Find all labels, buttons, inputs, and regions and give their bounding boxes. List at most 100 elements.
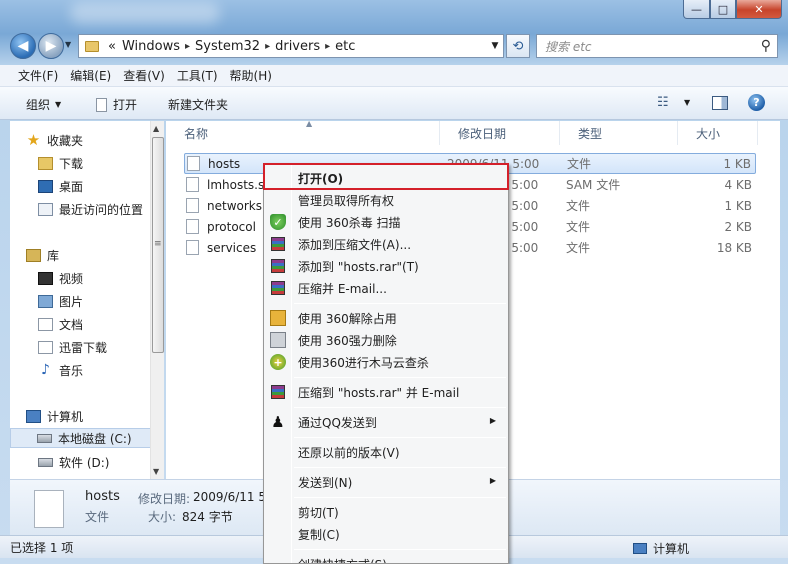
chevron-right-icon[interactable]: ▸: [263, 41, 272, 52]
menu-separator: [294, 303, 506, 304]
chevron-right-icon[interactable]: ▸: [183, 41, 192, 52]
menu-item-label: 压缩并 E-mail...: [298, 281, 387, 296]
file-type: 文件: [566, 199, 591, 213]
address-segment-drivers[interactable]: drivers: [272, 39, 323, 54]
menu-item-compress-email[interactable]: 压缩并 E-mail...: [266, 277, 506, 299]
status-location-label: 计算机: [653, 542, 690, 556]
menu-item-label: 使用 360强力删除: [298, 333, 397, 348]
nav-recent-places[interactable]: 最近访问的位置: [38, 199, 143, 219]
search-icon[interactable]: ⚲: [761, 38, 771, 54]
selection-status: 已选择 1 项: [10, 540, 74, 555]
details-file-name: hosts: [85, 489, 120, 504]
scroll-down-icon[interactable]: ▼: [153, 467, 159, 476]
status-location: 计算机: [633, 540, 689, 557]
back-button[interactable]: ◀: [10, 33, 36, 59]
menu-item-label: 打开(O): [298, 171, 344, 186]
open-button[interactable]: 打开: [96, 96, 137, 113]
recent-pages-dropdown[interactable]: ▼: [65, 40, 71, 49]
file-size: 1 KB: [723, 156, 751, 171]
menu-item-label: 发送到(N): [298, 475, 353, 490]
menu-item-send-to[interactable]: 发送到(N) ▶: [266, 471, 506, 493]
menu-item-add-to-hosts-rar[interactable]: 添加到 "hosts.rar"(T): [266, 255, 506, 277]
menu-item-copy[interactable]: 复制(C): [266, 523, 506, 545]
arrow-right-icon: ▶: [45, 38, 57, 54]
nav-videos[interactable]: 视频: [38, 268, 83, 288]
file-size: 1 KB: [724, 198, 752, 213]
column-header-date[interactable]: 修改日期: [440, 121, 560, 145]
view-options-icon[interactable]: ☷: [657, 95, 669, 110]
file-icon: [186, 240, 199, 255]
close-button[interactable]: ✕: [736, 0, 782, 19]
picture-icon: [38, 294, 53, 308]
unlock-icon: [270, 310, 286, 326]
nav-documents[interactable]: 文档: [38, 314, 83, 334]
menu-item-send-via-qq[interactable]: ♟ 通过QQ发送到 ▶: [266, 411, 506, 433]
search-input[interactable]: 搜索 etc ⚲: [536, 34, 778, 58]
menu-item-create-shortcut[interactable]: 创建快捷方式(S): [266, 553, 506, 564]
menu-help[interactable]: 帮助(H): [224, 67, 278, 84]
nav-computer[interactable]: 计算机: [26, 406, 83, 426]
nav-xunlei-downloads[interactable]: 迅雷下载: [38, 337, 107, 357]
nav-label: 收藏夹: [47, 133, 84, 148]
360-shield-icon: ✓: [270, 214, 286, 230]
navigation-scrollbar[interactable]: ▲ ≡ ▼: [150, 121, 164, 479]
nav-label: 下载: [59, 156, 84, 171]
drive-icon: [38, 457, 53, 467]
document-icon: [38, 317, 53, 331]
address-segment-etc[interactable]: etc: [332, 39, 358, 54]
nav-drive-c[interactable]: 本地磁盘 (C:): [10, 428, 158, 448]
help-icon[interactable]: ?: [748, 94, 765, 111]
grip-icon: ≡: [154, 239, 162, 249]
nav-favorites[interactable]: ★ 收藏夹: [26, 130, 83, 150]
menu-item-unlock-360[interactable]: 使用 360解除占用: [266, 307, 506, 329]
menu-item-force-delete-360[interactable]: 使用 360强力删除: [266, 329, 506, 351]
view-dropdown-icon[interactable]: ▼: [684, 98, 690, 107]
menu-tools[interactable]: 工具(T): [171, 67, 224, 84]
menu-view[interactable]: 查看(V): [117, 67, 171, 84]
refresh-button[interactable]: ⟲: [506, 34, 530, 58]
menu-edit[interactable]: 编辑(E): [64, 67, 117, 84]
nav-downloads[interactable]: 下载: [38, 153, 83, 173]
menu-item-open[interactable]: 打开(O): [266, 167, 506, 189]
nav-libraries[interactable]: 库: [26, 245, 59, 265]
organize-button[interactable]: 组织 ▼: [26, 96, 61, 113]
new-folder-button[interactable]: 新建文件夹: [168, 96, 228, 113]
download-icon: [38, 340, 53, 354]
maximize-button[interactable]: □: [710, 0, 736, 19]
address-overflow[interactable]: «: [105, 39, 119, 54]
menu-item-scan-360[interactable]: ✓ 使用 360杀毒 扫描: [266, 211, 506, 233]
menu-item-cloud-scan-360[interactable]: + 使用360进行木马云查杀: [266, 351, 506, 373]
address-bar[interactable]: « Windows ▸ System32 ▸ drivers ▸ etc ▼: [78, 34, 504, 58]
folder-icon: [85, 40, 99, 52]
nav-drive-d[interactable]: 软件 (D:): [38, 452, 109, 472]
column-header-type[interactable]: 类型: [560, 121, 678, 145]
menu-file[interactable]: 文件(F): [12, 67, 64, 84]
scroll-up-icon[interactable]: ▲: [153, 124, 159, 133]
nav-music[interactable]: ♪ 音乐: [38, 360, 83, 380]
document-icon: [96, 97, 107, 112]
menu-item-label: 通过QQ发送到: [298, 415, 377, 430]
file-type: 文件: [566, 241, 591, 255]
column-header-size[interactable]: 大小: [678, 121, 758, 145]
shredder-icon: [270, 332, 286, 348]
address-segment-windows[interactable]: Windows: [119, 39, 183, 54]
nav-label: 库: [47, 248, 60, 263]
address-dropdown[interactable]: ▼: [487, 41, 503, 51]
forward-button[interactable]: ▶: [38, 33, 64, 59]
menu-item-restore-versions[interactable]: 还原以前的版本(V): [266, 441, 506, 463]
column-header-name[interactable]: 名称 ▲: [166, 119, 440, 145]
menu-item-cut[interactable]: 剪切(T): [266, 501, 506, 523]
nav-pictures[interactable]: 图片: [38, 291, 83, 311]
address-segment-system32[interactable]: System32: [192, 39, 263, 54]
chevron-right-icon[interactable]: ▸: [323, 41, 332, 52]
menu-item-add-to-archive[interactable]: 添加到压缩文件(A)...: [266, 233, 506, 255]
nav-desktop[interactable]: 桌面: [38, 176, 83, 196]
minimize-button[interactable]: —: [683, 0, 710, 19]
menu-item-take-ownership[interactable]: 管理员取得所有权: [266, 189, 506, 211]
menu-item-compress-rar-email[interactable]: 压缩到 "hosts.rar" 并 E-mail: [266, 381, 506, 403]
preview-pane-icon[interactable]: [712, 96, 728, 110]
menu-item-label: 还原以前的版本(V): [298, 445, 400, 460]
menu-item-label: 管理员取得所有权: [298, 193, 395, 208]
nav-label: 桌面: [59, 179, 84, 194]
explorer-window: — □ ✕ ◀ ▶ ▼ « Windows ▸ System32 ▸ drive…: [0, 0, 788, 564]
